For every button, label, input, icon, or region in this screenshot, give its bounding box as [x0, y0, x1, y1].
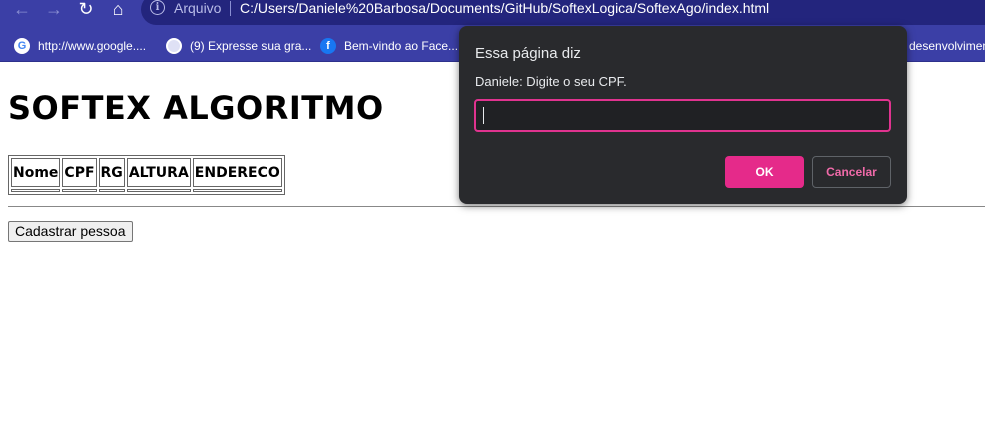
back-arrow-icon[interactable]: ←	[8, 0, 36, 20]
table-cell	[126, 189, 191, 192]
people-table: Nome CPF RG ALTURA ENDERECO	[8, 155, 285, 195]
table-header-row: Nome CPF RG ALTURA ENDERECO	[11, 158, 282, 187]
table-cell	[98, 189, 125, 192]
column-header-altura: ALTURA	[126, 158, 191, 187]
table-cell	[62, 189, 97, 192]
ok-button[interactable]: OK	[725, 156, 804, 188]
bookmark-expresse[interactable]: (9) Expresse sua gra...	[166, 37, 311, 55]
text-caret	[483, 107, 484, 124]
dialog-title: Essa página diz	[475, 45, 581, 62]
prompt-dialog: Essa página diz Daniele: Digite o seu CP…	[459, 26, 907, 204]
page-title: SOFTEX ALGORITMO	[8, 89, 384, 127]
cpf-input[interactable]	[474, 99, 891, 132]
horizontal-rule	[8, 206, 985, 207]
register-person-button[interactable]: Cadastrar pessoa	[8, 221, 133, 242]
bookmark-google[interactable]: G http://www.google....	[14, 37, 146, 55]
bookmark-label: Bem-vindo ao Face...	[344, 39, 459, 53]
dialog-message: Daniele: Digite o seu CPF.	[475, 74, 627, 89]
globe-icon	[166, 38, 182, 54]
reload-icon[interactable]: ↻	[72, 0, 100, 20]
cancel-button[interactable]: Cancelar	[812, 156, 891, 188]
bookmark-label: (9) Expresse sua gra...	[190, 39, 312, 53]
bookmark-facebook[interactable]: f Bem-vindo ao Face...	[320, 37, 458, 55]
column-header-cpf: CPF	[62, 158, 97, 187]
table-cell	[11, 189, 61, 192]
forward-arrow-icon[interactable]: →	[40, 0, 68, 20]
address-separator	[230, 1, 231, 16]
bookmark-desenvolvimento[interactable]: desenvolvimen	[909, 37, 985, 55]
bookmark-label: desenvolvimen	[909, 39, 985, 53]
column-header-endereco: ENDERECO	[192, 158, 282, 187]
url-text[interactable]: C:/Users/Daniele%20Barbosa/Documents/Git…	[240, 0, 769, 16]
info-icon[interactable]: i	[150, 0, 165, 15]
home-icon[interactable]: ⌂	[104, 0, 132, 20]
table-cell	[192, 189, 282, 192]
google-icon: G	[14, 38, 30, 54]
table-row	[11, 189, 282, 192]
column-header-nome: Nome	[11, 158, 61, 187]
bookmark-label: http://www.google....	[38, 39, 147, 53]
facebook-icon: f	[320, 38, 336, 54]
column-header-rg: RG	[98, 158, 125, 187]
url-scheme-label: Arquivo	[174, 0, 222, 16]
